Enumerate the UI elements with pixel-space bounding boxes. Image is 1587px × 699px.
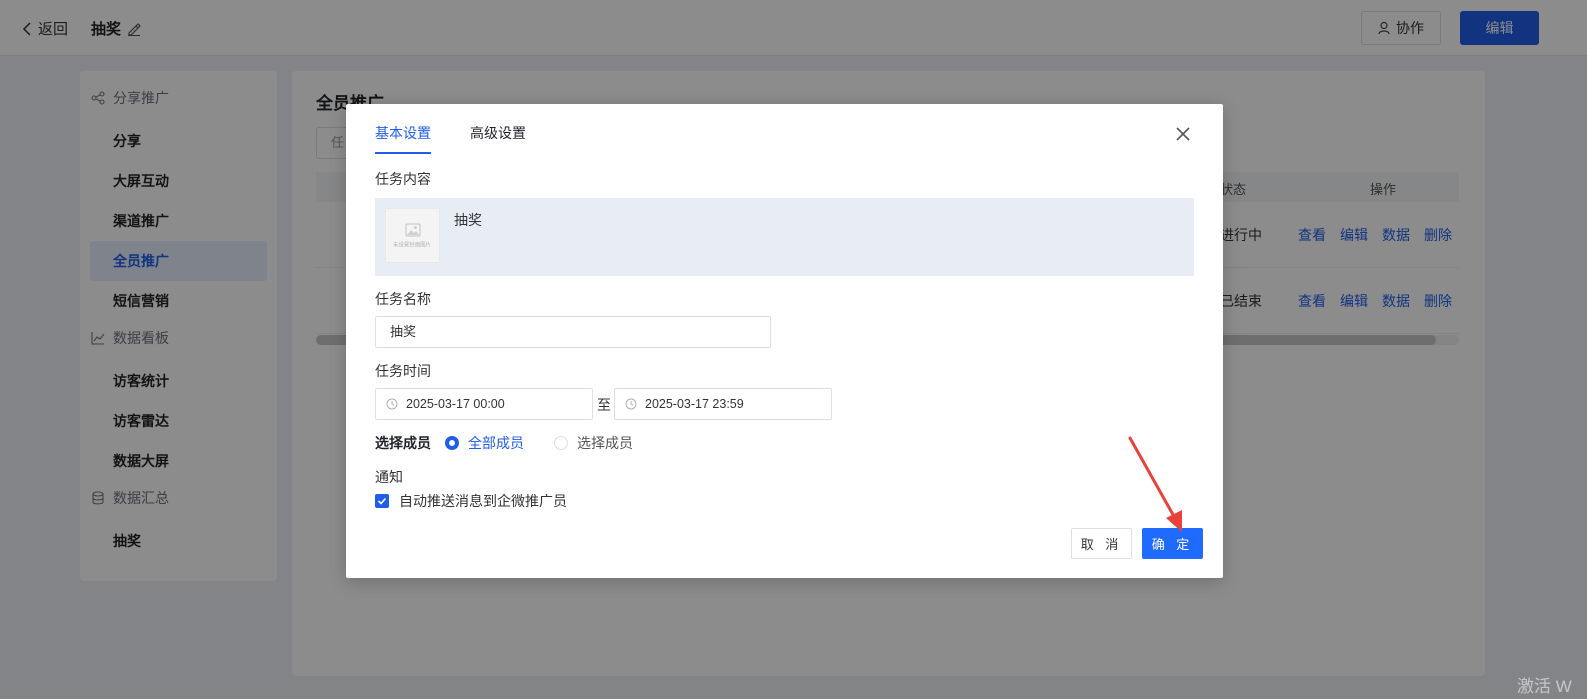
radio-label: 选择成员 <box>577 435 633 451</box>
member-label: 选择成员 <box>375 435 431 451</box>
start-time-value: 2025-03-17 00:00 <box>406 397 505 411</box>
end-time-picker[interactable]: 2025-03-17 23:59 <box>614 388 832 420</box>
check-icon <box>377 497 387 505</box>
cancel-button[interactable]: 取 消 <box>1071 528 1132 559</box>
activation-watermark: 激活 W <box>1517 677 1572 696</box>
start-time-picker[interactable]: 2025-03-17 00:00 <box>375 388 593 420</box>
image-placeholder-icon <box>405 223 420 236</box>
time-separator: 至 <box>597 397 611 413</box>
task-name-input[interactable]: 抽奖 <box>375 316 771 348</box>
radio-all-members[interactable]: 全部成员 <box>445 433 524 453</box>
confirm-button[interactable]: 确 定 <box>1142 528 1203 559</box>
end-time-value: 2025-03-17 23:59 <box>645 397 744 411</box>
content-thumbnail: 未设置封面图片 <box>385 208 440 263</box>
radio-select-members[interactable]: 选择成员 <box>554 433 633 453</box>
clock-icon <box>386 398 398 410</box>
thumbnail-caption: 未设置封面图片 <box>393 242 432 249</box>
dialog-tabs: 基本设置 高级设置 <box>375 124 526 154</box>
close-icon[interactable] <box>1173 124 1193 144</box>
task-content-card: 未设置封面图片 抽奖 <box>375 198 1194 276</box>
auto-push-checkbox[interactable]: 自动推送消息到企微推广员 <box>375 491 567 511</box>
notify-label: 通知 <box>375 469 403 485</box>
task-content-label: 任务内容 <box>375 171 431 187</box>
task-time-label: 任务时间 <box>375 363 431 379</box>
task-settings-dialog: 基本设置 高级设置 任务内容 未设置封面图片 抽奖 任务名称 抽奖 任务时间 2… <box>346 104 1223 578</box>
radio-label: 全部成员 <box>468 435 524 451</box>
checkbox-label: 自动推送消息到企微推广员 <box>399 493 567 509</box>
member-selection: 选择成员 全部成员 选择成员 <box>375 433 663 453</box>
tab-basic-settings[interactable]: 基本设置 <box>375 124 431 154</box>
radio-button[interactable] <box>445 436 459 450</box>
clock-icon <box>625 398 637 410</box>
tab-advanced-settings[interactable]: 高级设置 <box>470 124 526 154</box>
content-item-name: 抽奖 <box>454 212 482 228</box>
radio-button[interactable] <box>554 436 568 450</box>
task-name-label: 任务名称 <box>375 291 431 307</box>
checkbox-checked[interactable] <box>375 494 389 508</box>
